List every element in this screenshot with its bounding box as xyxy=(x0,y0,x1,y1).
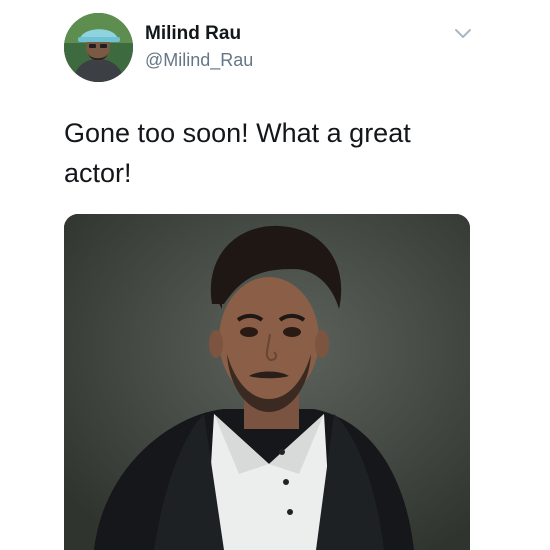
author-display-name[interactable]: Milind Rau xyxy=(145,22,253,46)
author-handle[interactable]: @Milind_Rau xyxy=(145,48,253,72)
tweet-menu-button[interactable] xyxy=(453,26,473,42)
tweet-card: Milind Rau @Milind_Rau Gone too soon! Wh… xyxy=(0,0,550,550)
avatar-photo xyxy=(64,13,133,82)
author-block[interactable]: Milind Rau @Milind_Rau xyxy=(145,22,253,72)
portrait-photo xyxy=(64,214,470,550)
avatar[interactable] xyxy=(64,13,133,82)
chevron-down-icon xyxy=(455,29,471,38)
tweet-media-image[interactable] xyxy=(64,214,470,550)
tweet-text: Gone too soon! What a great actor! xyxy=(64,118,411,188)
